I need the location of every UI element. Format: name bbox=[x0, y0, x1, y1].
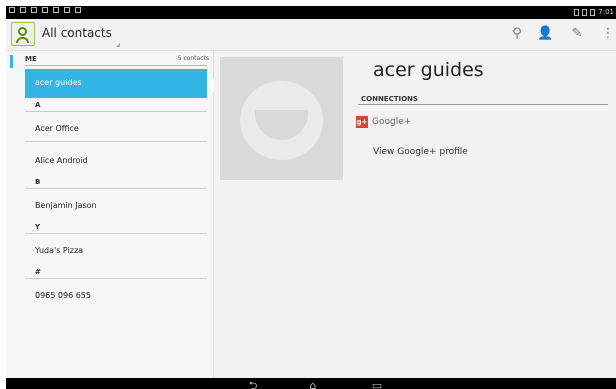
recent-apps-icon[interactable]: ▭ bbox=[367, 380, 387, 389]
me-header: ME 5 contacts bbox=[25, 55, 209, 65]
person-body-shape bbox=[16, 37, 29, 43]
home-icon[interactable]: ⌂ bbox=[303, 380, 323, 389]
contacts-app-icon[interactable] bbox=[11, 22, 35, 46]
contact-photo[interactable] bbox=[220, 57, 343, 180]
contact-name-heading: acer guides bbox=[373, 59, 484, 81]
image-icon bbox=[64, 7, 70, 13]
list-item[interactable]: Alice Android bbox=[35, 156, 88, 165]
divider bbox=[25, 65, 207, 66]
divider bbox=[25, 278, 207, 279]
status-icons-right: 7:01 bbox=[574, 8, 614, 16]
scroll-indicator bbox=[10, 55, 13, 68]
add-contact-icon[interactable]: 👤 bbox=[537, 26, 553, 42]
clock: 7:01 bbox=[598, 8, 614, 16]
contact-name: acer guides bbox=[35, 78, 82, 87]
search-icon[interactable]: ⚲ bbox=[509, 26, 525, 42]
battery-icon bbox=[590, 8, 596, 16]
divider bbox=[358, 104, 608, 105]
connections-header: CONNECTIONS bbox=[361, 95, 418, 103]
mail-icon bbox=[75, 7, 81, 13]
divider bbox=[25, 141, 207, 142]
notification-icon bbox=[9, 7, 15, 13]
google-plus-icon: g+ bbox=[356, 116, 368, 128]
section-header-b: B bbox=[35, 178, 41, 186]
divider bbox=[25, 111, 207, 112]
list-item-selected[interactable]: acer guides bbox=[25, 69, 207, 98]
divider bbox=[25, 188, 207, 189]
menu-icon bbox=[20, 7, 26, 13]
me-label: ME bbox=[25, 55, 37, 63]
section-header-a: A bbox=[35, 101, 41, 109]
action-bar: All contacts ⚲ 👤 ✎ ⋮ bbox=[6, 19, 616, 51]
dropdown-indicator-icon bbox=[116, 43, 120, 47]
list-item[interactable]: 0965 096 655 bbox=[35, 291, 91, 300]
contact-count: 5 contacts bbox=[177, 55, 209, 62]
navigation-bar: ⮌ ⌂ ▭ bbox=[6, 378, 616, 389]
wifi-signal-icon bbox=[582, 8, 588, 16]
status-bar: 7:01 bbox=[6, 6, 616, 19]
view-profile-link[interactable]: View Google+ profile bbox=[373, 147, 468, 157]
wifi-icon bbox=[31, 7, 37, 13]
contact-list[interactable]: ME 5 contacts acer guides A Acer Office … bbox=[6, 51, 214, 378]
list-item[interactable]: Benjamin Jason bbox=[35, 201, 97, 210]
selection-caret bbox=[207, 78, 214, 92]
list-item[interactable]: Yuda's Pizza bbox=[35, 246, 83, 255]
list-item[interactable]: Acer Office bbox=[35, 124, 79, 133]
overflow-menu-icon[interactable]: ⋮ bbox=[600, 26, 616, 42]
edit-icon[interactable]: ✎ bbox=[569, 26, 585, 42]
usb-icon bbox=[42, 7, 48, 13]
divider bbox=[25, 233, 207, 234]
contact-filter-title[interactable]: All contacts bbox=[42, 26, 112, 40]
connection-service-label: Google+ bbox=[372, 117, 412, 127]
warning-icon bbox=[53, 7, 59, 13]
person-head-shape bbox=[18, 27, 27, 36]
back-icon[interactable]: ⮌ bbox=[243, 380, 263, 389]
section-header-hash: # bbox=[35, 268, 41, 276]
battery-small-icon bbox=[574, 8, 580, 16]
screen: 7:01 All contacts ⚲ 👤 ✎ ⋮ ME 5 contacts … bbox=[6, 6, 616, 389]
section-header-y: Y bbox=[35, 223, 41, 231]
status-icons-left bbox=[9, 7, 81, 13]
